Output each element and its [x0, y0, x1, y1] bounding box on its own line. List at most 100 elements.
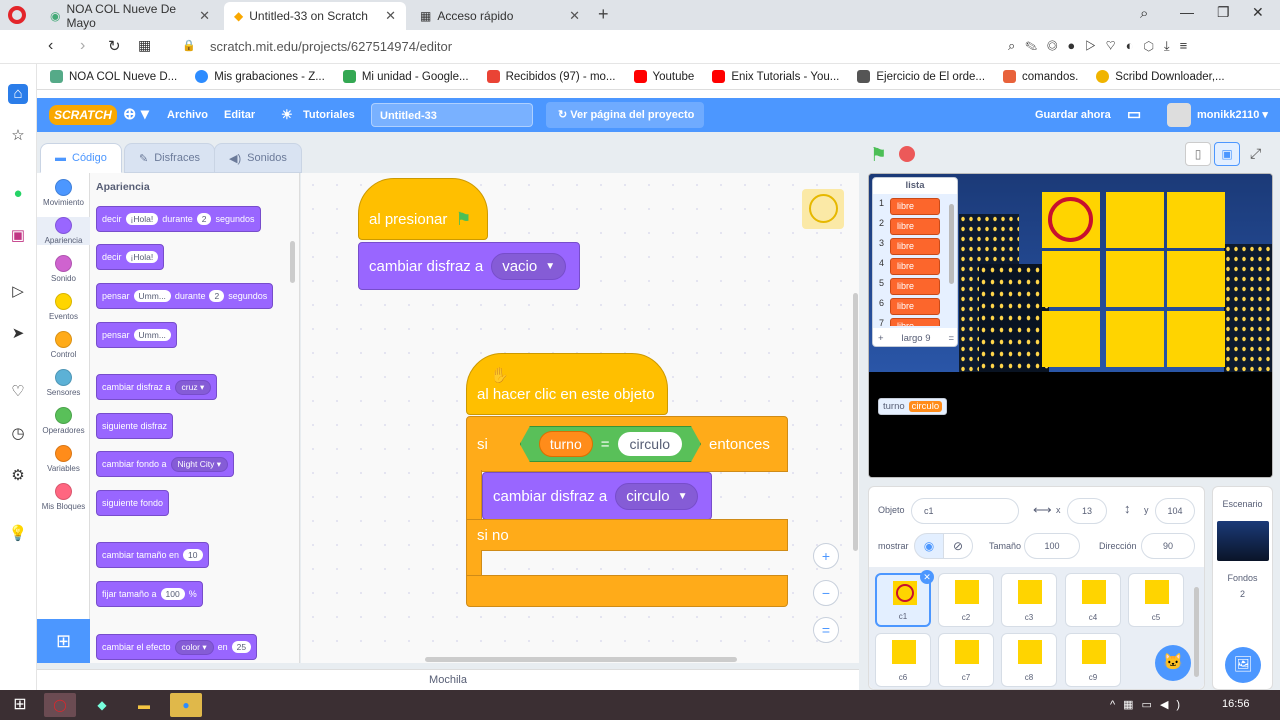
category-movimiento[interactable]: Movimiento: [37, 179, 90, 207]
block-siguiente-disfraz[interactable]: siguiente disfraz: [96, 413, 174, 439]
block-pensar-durante[interactable]: pensar Umm... durante 2 segundos: [96, 283, 274, 309]
stage-canvas[interactable]: lista 1 libre 2 libre 3 libre 4 libre 5 libre…: [868, 173, 1273, 478]
palette-scrollbar[interactable]: [290, 241, 295, 283]
new-tab-button[interactable]: +: [598, 4, 609, 25]
variable-monitor-turno[interactable]: turno circulo: [878, 398, 948, 415]
delete-sprite-icon[interactable]: ✕: [920, 570, 934, 584]
board-cell-2[interactable]: [1106, 192, 1164, 248]
username-menu[interactable]: monikk2110 ▾: [1197, 98, 1268, 132]
bookmark-scribd[interactable]: Scribd Downloader,...: [1096, 70, 1225, 83]
block-cambiar-disfraz-vacio[interactable]: cambiar disfraz a vacio ▼: [358, 242, 580, 290]
lightbulb-icon[interactable]: 💡: [8, 524, 28, 544]
close-window-button[interactable]: ✕: [1252, 4, 1264, 21]
folder-icon[interactable]: ▭: [1127, 98, 1141, 132]
avatar[interactable]: [1167, 103, 1191, 127]
add-sprite-button[interactable]: 🐱: [1155, 645, 1191, 681]
search-icon[interactable]: ⌕: [1140, 5, 1148, 22]
variable-turno[interactable]: turno: [539, 431, 593, 457]
add-backdrop-button[interactable]: 🖼: [1225, 647, 1261, 683]
toolbar-icons[interactable]: ⌕✎◎●▷♡◐⬡⤓≡: [1008, 38, 1197, 54]
hat-al-hacer-clic[interactable]: al hacer clic en este objeto: [466, 353, 668, 415]
scratch-logo[interactable]: SCRATCH: [49, 105, 117, 125]
bookmark-youtube[interactable]: Youtube: [633, 70, 694, 83]
bookmark-zoom[interactable]: Mis grabaciones - Z...: [195, 70, 325, 83]
tab-codigo[interactable]: ▬ Código: [40, 143, 122, 173]
whatsapp-icon[interactable]: ●: [8, 184, 28, 204]
player-icon[interactable]: ▷: [8, 282, 28, 302]
sprite-thumb-c8[interactable]: c8: [1001, 633, 1057, 687]
category-apariencia[interactable]: Apariencia: [37, 217, 90, 245]
zoom-taskbar-icon[interactable]: ●: [170, 693, 202, 717]
direction-input[interactable]: 90: [1141, 533, 1195, 559]
stage-backdrop-panel[interactable]: Escenario Fondos 2 🖼: [1212, 486, 1273, 690]
reload-icon[interactable]: ↻: [108, 37, 121, 55]
project-title-input[interactable]: Untitled-33: [371, 103, 533, 127]
add-extension-button[interactable]: ⊞: [37, 619, 90, 663]
zoom-in-button[interactable]: +: [813, 543, 839, 569]
show-hidden-button[interactable]: ⊘: [943, 533, 973, 559]
browser-tab-scratch[interactable]: ◆ Untitled-33 on Scratch ✕: [224, 2, 406, 30]
zoom-reset-button[interactable]: =: [813, 617, 839, 643]
equals-operator[interactable]: turno = circulo: [520, 426, 701, 462]
tray-icons[interactable]: ^▦▭◀): [1110, 698, 1188, 711]
block-cambiar-fondo[interactable]: cambiar fondo a Night City ▾: [96, 451, 235, 477]
language-globe-icon[interactable]: ⊕ ▾: [123, 98, 149, 132]
menu-editar[interactable]: Editar: [224, 98, 255, 132]
board-cell-5[interactable]: [1106, 251, 1164, 307]
category-eventos[interactable]: Eventos: [37, 293, 90, 321]
size-input[interactable]: 100: [1024, 533, 1080, 559]
block-cambiar-efecto[interactable]: cambiar el efecto color ▾ en 25: [96, 634, 258, 660]
small-stage-button[interactable]: ▯: [1185, 142, 1211, 166]
opera-taskbar-icon[interactable]: ◯: [44, 693, 76, 717]
category-variables[interactable]: Variables: [37, 445, 90, 473]
block-cambiar-tamano[interactable]: cambiar tamaño en 10: [96, 542, 209, 568]
hat-al-presionar[interactable]: al presionar ⚑: [358, 178, 488, 240]
send-icon[interactable]: ➤: [8, 324, 28, 344]
category-operadores[interactable]: Operadores: [37, 407, 90, 435]
sprite-thumb-c9[interactable]: c9: [1065, 633, 1121, 687]
bookmark-drive[interactable]: Mi unidad - Google...: [342, 70, 469, 83]
board-cell-8[interactable]: [1106, 311, 1164, 367]
heart-icon[interactable]: ♡: [8, 382, 28, 402]
sprite-thumb-c1[interactable]: c1 ✕: [875, 570, 934, 627]
zoom-out-button[interactable]: −: [813, 580, 839, 606]
block-fijar-tamano[interactable]: fijar tamaño a 100%: [96, 581, 203, 607]
costume-dropdown[interactable]: vacio ▼: [491, 252, 567, 280]
fullscreen-button[interactable]: ⤢: [1250, 145, 1261, 162]
show-visible-button[interactable]: ◉: [914, 533, 944, 559]
stop-button[interactable]: [899, 146, 915, 162]
guardar-ahora-button[interactable]: Guardar ahora: [1035, 98, 1111, 132]
bookmark-enix[interactable]: Enix Tutorials - You...: [712, 70, 839, 83]
file-explorer-icon[interactable]: ▬: [128, 693, 160, 717]
list-add-button[interactable]: +: [878, 333, 884, 344]
backpack-bar[interactable]: Mochila: [37, 669, 859, 690]
maximize-button[interactable]: ❐: [1217, 4, 1230, 21]
menu-archivo[interactable]: Archivo: [167, 98, 208, 132]
forward-icon[interactable]: ›: [80, 37, 85, 55]
sprite-thumb-c4[interactable]: c4: [1065, 573, 1121, 627]
close-tab-icon[interactable]: ✕: [385, 8, 396, 24]
block-decir[interactable]: decir ¡Hola!: [96, 244, 165, 270]
bookmark-ejercicio[interactable]: Ejercicio de El orde...: [857, 70, 985, 83]
tab-disfraces[interactable]: ✎ Disfraces: [124, 143, 216, 173]
star-icon[interactable]: ☆: [8, 126, 28, 146]
sprite-thumb-c5[interactable]: c5: [1128, 573, 1184, 627]
settings-icon[interactable]: ⚙: [8, 466, 28, 486]
compare-value-input[interactable]: circulo: [618, 432, 682, 456]
back-icon[interactable]: ‹: [48, 37, 53, 55]
category-sonido[interactable]: Sonido: [37, 255, 90, 283]
category-sensores[interactable]: Sensores: [37, 369, 90, 397]
block-siguiente-fondo[interactable]: siguiente fondo: [96, 490, 170, 516]
x-input[interactable]: 13: [1067, 498, 1107, 524]
app-taskbar-icon[interactable]: ◆: [86, 693, 118, 717]
block-cambiar-disfraz-circulo[interactable]: cambiar disfraz a circulo ▼: [482, 472, 712, 520]
board-cell-1[interactable]: [1042, 192, 1100, 248]
sprite-thumb-c3[interactable]: c3: [1001, 573, 1057, 627]
block-decir-durante[interactable]: decir ¡Hola! durante 2 segundos: [96, 206, 261, 232]
minimize-button[interactable]: —: [1180, 4, 1194, 20]
block-pensar[interactable]: pensar Umm...: [96, 322, 177, 348]
board-cell-9[interactable]: [1167, 311, 1225, 367]
y-input[interactable]: 104: [1155, 498, 1195, 524]
block-cambiar-disfraz[interactable]: cambiar disfraz a cruz ▾: [96, 374, 218, 400]
sprite-thumb-c2[interactable]: c2: [938, 573, 994, 627]
